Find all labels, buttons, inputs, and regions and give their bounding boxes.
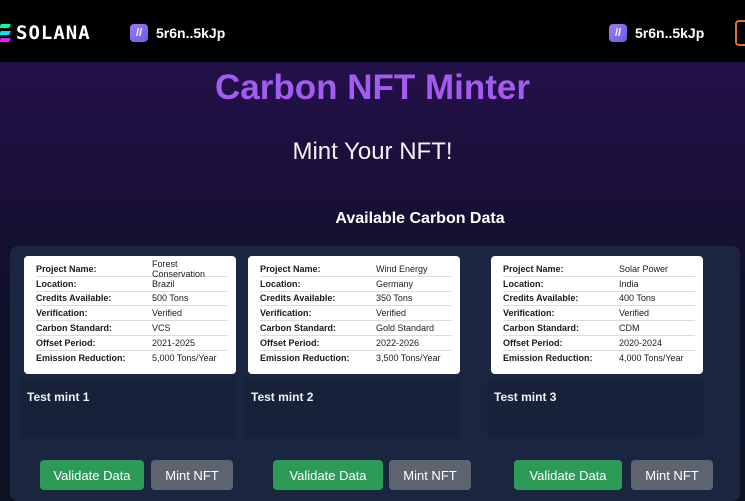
- field-label: Emission Reduction:: [503, 353, 593, 364]
- mint-name-label: Test mint 2: [251, 390, 314, 404]
- wallet-icon: //: [130, 24, 148, 42]
- field-value: 2021-2025: [152, 337, 196, 348]
- field-value: 3,500 Tons/Year: [376, 353, 441, 364]
- card-row: Verification: Verified: [503, 306, 695, 322]
- field-label: Location:: [36, 278, 77, 289]
- wallet-address-text: 5r6n..5kJp: [156, 25, 226, 41]
- field-label: Emission Reduction:: [36, 353, 126, 364]
- validate-data-button[interactable]: Validate Data: [273, 460, 383, 490]
- section-title: Available Carbon Data: [335, 210, 505, 227]
- carbon-card-2: Project Name: Wind Energy Location: Germany…: [248, 256, 460, 374]
- field-label: Location:: [260, 278, 301, 289]
- card-row: Offset Period: 2020-2024: [503, 336, 695, 351]
- card-row: Verification: Verified: [36, 306, 228, 322]
- card-row: Credits Available: 400 Tons: [503, 292, 695, 307]
- card-row: Location: Brazil: [36, 277, 228, 292]
- field-value: 500 Tons: [152, 293, 189, 304]
- card-row: Project Name: Wind Energy: [260, 262, 452, 277]
- mint-name-label: Test mint 3: [494, 390, 557, 404]
- mint-name-box[interactable]: [487, 380, 703, 438]
- field-label: Project Name:: [260, 263, 321, 274]
- field-label: Verification:: [503, 308, 555, 319]
- wallet-menu-button[interactable]: [735, 20, 745, 46]
- card-row: Emission Reduction: 4,000 Tons/Year: [503, 351, 695, 366]
- field-label: Credits Available:: [260, 293, 336, 304]
- mint-name-label: Test mint 1: [27, 390, 90, 404]
- field-value: Verified: [619, 308, 650, 319]
- logo-text: SOLANA: [16, 22, 91, 44]
- mint-name-box[interactable]: [20, 380, 236, 438]
- wallet-address-right[interactable]: // 5r6n..5kJp: [609, 22, 704, 44]
- field-value: Germany: [376, 278, 414, 289]
- carbon-card-1: Project Name: Forest Conservation Location…: [24, 256, 236, 374]
- field-label: Emission Reduction:: [260, 353, 350, 364]
- field-value: VCS: [152, 323, 171, 334]
- field-label: Offset Period:: [36, 337, 96, 348]
- field-value: 350 Tons: [376, 293, 413, 304]
- page-subtitle: Mint Your NFT!: [292, 138, 453, 165]
- carbon-card-3: Project Name: Solar Power Location: India Cr…: [491, 256, 703, 374]
- mint-nft-button[interactable]: Mint NFT: [631, 460, 713, 490]
- mint-nft-button[interactable]: Mint NFT: [389, 460, 471, 490]
- card-row: Credits Available: 350 Tons: [260, 292, 452, 307]
- field-label: Verification:: [260, 308, 312, 319]
- field-label: Carbon Standard:: [503, 323, 580, 334]
- top-navbar: SOLANA // 5r6n..5kJp // 5r6n..5kJp: [0, 0, 745, 62]
- field-value: 400 Tons: [619, 293, 656, 304]
- field-label: Credits Available:: [36, 293, 112, 304]
- field-value: India: [619, 278, 639, 289]
- card-row: Emission Reduction: 5,000 Tons/Year: [36, 351, 228, 366]
- field-label: Location:: [503, 278, 544, 289]
- field-label: Carbon Standard:: [36, 323, 113, 334]
- card-row: Project Name: Solar Power: [503, 262, 695, 277]
- validate-data-button[interactable]: Validate Data: [514, 460, 622, 490]
- card-row: Location: Germany: [260, 277, 452, 292]
- field-value: Solar Power: [619, 263, 669, 274]
- card-row: Carbon Standard: CDM: [503, 321, 695, 336]
- card-row: Location: India: [503, 277, 695, 292]
- field-label: Project Name:: [36, 263, 97, 274]
- solana-logo[interactable]: SOLANA: [0, 22, 91, 44]
- field-value: Verified: [376, 308, 407, 319]
- field-value: CDM: [619, 323, 640, 334]
- mint-name-box[interactable]: [244, 380, 460, 438]
- field-value: Forest Conservation: [152, 258, 206, 279]
- validate-data-button[interactable]: Validate Data: [40, 460, 144, 490]
- field-label: Verification:: [36, 308, 88, 319]
- field-label: Offset Period:: [503, 337, 563, 348]
- wallet-icon: //: [609, 24, 627, 42]
- solana-logo-icon: [0, 24, 11, 42]
- card-row: Verification: Verified: [260, 306, 452, 322]
- field-label: Carbon Standard:: [260, 323, 337, 334]
- field-value: Verified: [152, 308, 183, 319]
- field-value: Brazil: [152, 278, 175, 289]
- field-label: Offset Period:: [260, 337, 320, 348]
- field-value: 5,000 Tons/Year: [152, 353, 217, 364]
- field-value: 4,000 Tons/Year: [619, 353, 684, 364]
- field-value: Wind Energy: [376, 263, 428, 274]
- field-label: Credits Available:: [503, 293, 579, 304]
- card-row: Emission Reduction: 3,500 Tons/Year: [260, 351, 452, 366]
- field-value: 2022-2026: [376, 337, 420, 348]
- field-label: Project Name:: [503, 263, 564, 274]
- card-row: Carbon Standard: VCS: [36, 321, 228, 336]
- card-row: Carbon Standard: Gold Standard: [260, 321, 452, 336]
- card-row: Offset Period: 2021-2025: [36, 336, 228, 351]
- card-row: Credits Available: 500 Tons: [36, 292, 228, 307]
- card-row: Project Name: Forest Conservation: [36, 258, 228, 279]
- wallet-address-text: 5r6n..5kJp: [635, 25, 705, 41]
- page-title: Carbon NFT Minter: [215, 68, 530, 107]
- field-value: Gold Standard: [376, 323, 435, 334]
- card-row: Offset Period: 2022-2026: [260, 336, 452, 351]
- mint-nft-button[interactable]: Mint NFT: [151, 460, 233, 490]
- field-value: 2020-2024: [619, 337, 663, 348]
- wallet-address-left[interactable]: // 5r6n..5kJp: [130, 22, 225, 44]
